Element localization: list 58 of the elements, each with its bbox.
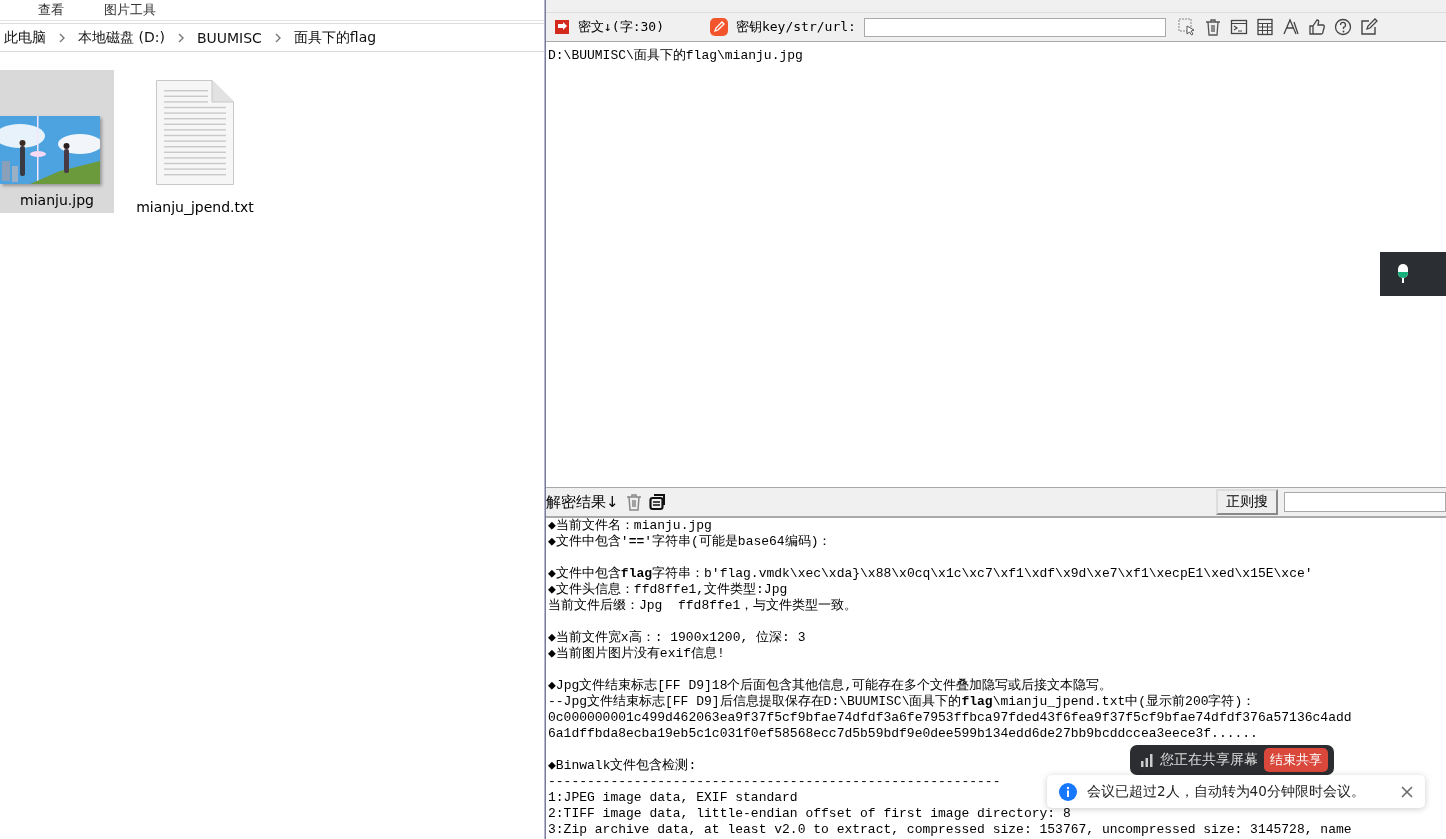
breadcrumb-item[interactable]: 面具下的flag: [293, 28, 377, 47]
edit-icon[interactable]: [1359, 18, 1378, 36]
copy-icon[interactable]: [648, 493, 667, 511]
result-line: ◆当前图片图片没有exif信息!: [548, 646, 725, 662]
result-label: 解密结果↓: [546, 492, 619, 512]
result-line: 6a1dffbda8ecba19eb5c1c031f0ef58568ecc7d5b59bdf9e0dee599b134edd6de27bb9bcddccea3eece3f......: [548, 726, 1258, 742]
result-line: 1:JPEG image data, EXIF standard: [548, 790, 798, 806]
calculator-icon[interactable]: [1255, 18, 1274, 36]
breadcrumb-item[interactable]: 此电脑: [4, 28, 46, 47]
address-bar[interactable]: 此电脑 本地磁盘 (D:) BUUMISC 面具下的flag: [0, 23, 544, 52]
result-line: --Jpg文件结束标志[FF D9]后信息提取保存在D:\BUUMISC\面具下的flag\mianju_jpend.txt中(显示前200字符)：: [548, 694, 1256, 710]
result-line: 当前文件后缀：Jpg ffd8ffe1，与文件类型一致。: [548, 598, 858, 614]
result-line: ◆文件中包含'=='字符串(可能是base64编码)：: [548, 534, 832, 550]
result-line: ----------------------------------------------------------: [548, 774, 1001, 790]
result-line: ◆当前文件宽x高：: 1900x1200, 位深: 3: [548, 630, 806, 646]
breadcrumb-item[interactable]: 本地磁盘 (D:): [78, 28, 165, 47]
close-icon[interactable]: [1401, 785, 1413, 798]
result-line: ◆Binwalk文件包含检测:: [548, 758, 697, 774]
input-text: D:\BUUMISC\面具下的flag\mianju.jpg: [548, 48, 803, 63]
breadcrumb-item[interactable]: BUUMISC: [196, 29, 262, 46]
result-line: ◆Jpg文件结束标志[FF D9]18个后面包含其他信息,可能存在多个文件叠加隐写或后接文本隐写。: [548, 678, 1113, 694]
chevron-icon: [58, 32, 66, 43]
mic-widget[interactable]: [1380, 252, 1446, 296]
trash-icon[interactable]: [624, 493, 643, 511]
ribbon-tab[interactable]: 查看: [38, 1, 64, 19]
result-line: 2:TIFF image data, little-endian offset of first image directory: 8: [548, 806, 1071, 822]
font-icon[interactable]: [1281, 18, 1300, 36]
result-line: ◆文件头信息：ffd8ffe1,文件类型:Jpg: [548, 582, 788, 598]
ciphertext-label: 密文↓(字:30): [578, 18, 664, 36]
key-label: 密钥key/str/url:: [735, 18, 856, 36]
share-status-text: 您正在共享屏幕: [1160, 751, 1258, 769]
result-line: ◆当前文件名：mianju.jpg: [548, 518, 712, 534]
chevron-icon: [273, 32, 282, 43]
file-name: mianju.jpg: [19, 192, 95, 209]
trash-icon[interactable]: [1203, 18, 1222, 36]
microphone-icon: [1396, 264, 1410, 284]
regex-search-field[interactable]: [1284, 492, 1446, 512]
result-line: 3:Zip archive data, at least v2.0 to extract, compressed size: 153767, uncompressed size: 3145728, name: [548, 822, 1352, 838]
signal-icon: [1140, 753, 1154, 767]
result-line: 0c000000001c499d462063ea9f37f5cf9bfae74dfdf3a6fe7953ffbca97fded43f6fea9f37f5cf9bfae74dfdf376a57136c4add: [548, 710, 1352, 726]
import-icon[interactable]: [554, 19, 570, 35]
stop-sharing-button[interactable]: 结束共享: [1264, 748, 1328, 772]
regex-search-button[interactable]: 正则搜: [1216, 489, 1278, 515]
help-icon[interactable]: [1333, 18, 1352, 36]
terminal-icon[interactable]: [1229, 18, 1248, 36]
thumbs-up-icon[interactable]: [1307, 18, 1326, 36]
pen-icon[interactable]: [709, 18, 728, 36]
file-item[interactable]: mianju.jpg: [0, 70, 114, 213]
chevron-icon: [176, 32, 185, 43]
notification-text: 会议已超过2人，自动转为40分钟限时会议。: [1087, 782, 1366, 801]
info-icon: [1059, 782, 1077, 801]
text-file-icon: [156, 80, 234, 185]
cursor-icon[interactable]: [1177, 18, 1196, 36]
file-name: mianju_jpend.txt: [136, 199, 254, 216]
file-item[interactable]: mianju_jpend.txt: [138, 70, 252, 220]
ribbon-tab[interactable]: 图片工具: [104, 1, 156, 19]
result-line: ◆文件中包含flag字符串：b'flag.vmdk\xec\xda}\x88\x0cq\x1c\xc7\xf1\xdf\x9d\xe7\xf1\xecpE1\xed\x15E\xce': [548, 566, 1313, 582]
key-field[interactable]: [863, 17, 1166, 37]
